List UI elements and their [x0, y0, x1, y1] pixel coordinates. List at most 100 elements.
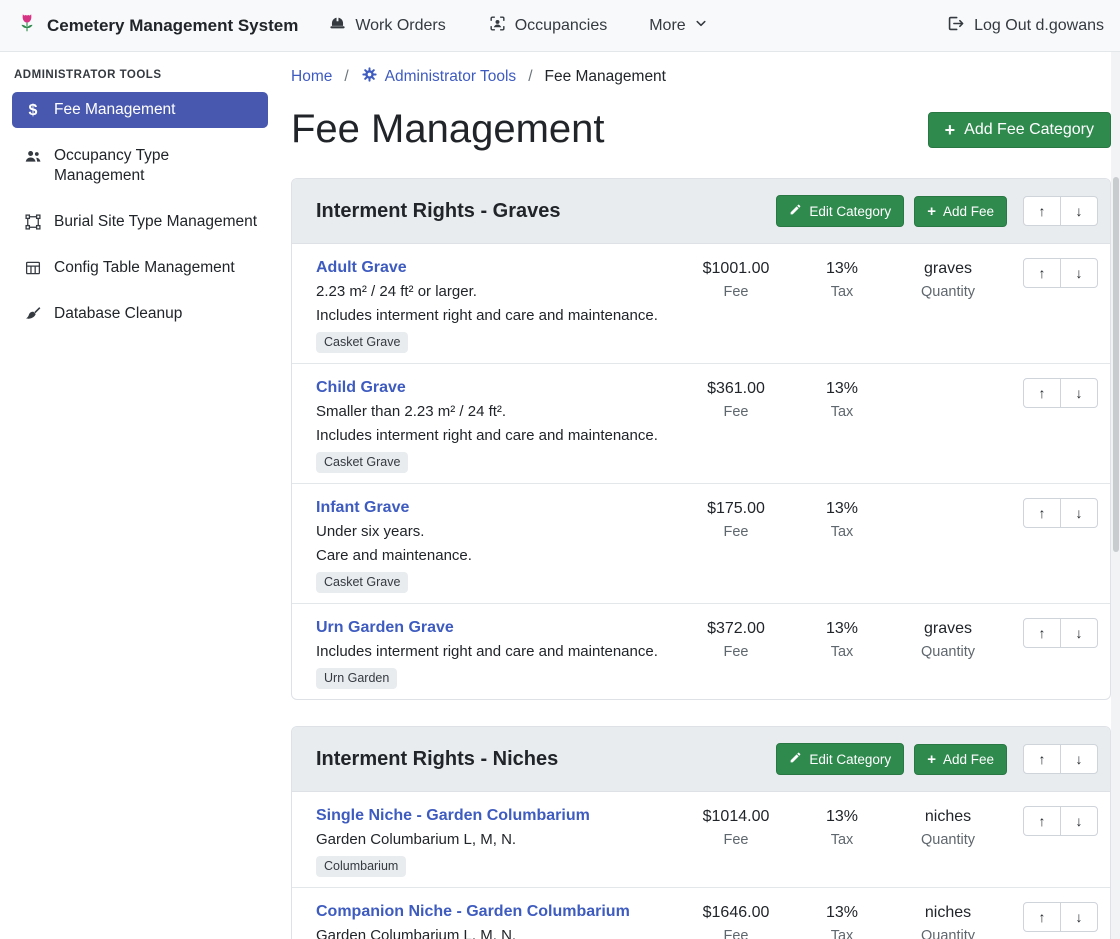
- move-fee-down-button[interactable]: ↓: [1060, 806, 1098, 836]
- nav-work-orders[interactable]: Work Orders: [328, 14, 445, 38]
- add-fee-button[interactable]: + Add Fee: [914, 744, 1007, 775]
- move-category-down-button[interactable]: ↓: [1060, 744, 1098, 774]
- fee-amount: $1001.00: [683, 259, 789, 278]
- arrow-up-icon: ↑: [1039, 505, 1046, 521]
- nav-occupancies-label: Occupancies: [515, 17, 608, 35]
- fee-name-link[interactable]: Adult Grave: [316, 258, 407, 277]
- fee-amount-label: Fee: [683, 524, 789, 540]
- category-header: Interment Rights - Graves Edit Category …: [292, 179, 1110, 244]
- fee-amount-label: Fee: [683, 644, 789, 660]
- edit-category-label: Edit Category: [809, 752, 891, 767]
- move-category-up-button[interactable]: ↑: [1023, 744, 1061, 774]
- move-fee-up-button[interactable]: ↑: [1023, 498, 1061, 528]
- fee-amount: $372.00: [683, 619, 789, 638]
- move-fee-down-button[interactable]: ↓: [1060, 258, 1098, 288]
- fee-amount-label: Fee: [683, 928, 789, 939]
- move-fee-down-button[interactable]: ↓: [1060, 498, 1098, 528]
- category-reorder-group: ↑ ↓: [1023, 196, 1098, 226]
- sidebar-item-config-table-management[interactable]: Config Table Management: [12, 250, 268, 286]
- arrow-up-icon: ↑: [1039, 751, 1046, 767]
- fee-quantity-col: [895, 498, 1001, 499]
- sidebar-item-label: Fee Management: [54, 100, 176, 120]
- edit-category-button[interactable]: Edit Category: [776, 195, 904, 227]
- fee-amount-col: $372.00 Fee: [683, 618, 789, 660]
- fee-description: Includes interment right and care and ma…: [316, 307, 677, 325]
- sidebar-item-occupancy-type-management[interactable]: Occupancy Type Management: [12, 138, 268, 194]
- fee-tax: 13%: [789, 379, 895, 398]
- fee-tax: 13%: [789, 903, 895, 922]
- move-fee-down-button[interactable]: ↓: [1060, 378, 1098, 408]
- fee-row: Urn Garden Grave Includes interment righ…: [292, 603, 1110, 699]
- breadcrumb-home-link[interactable]: Home: [291, 68, 332, 86]
- arrow-down-icon: ↓: [1076, 265, 1083, 281]
- category-title: Interment Rights - Niches: [316, 748, 766, 771]
- fee-row: Child Grave Smaller than 2.23 m² / 24 ft…: [292, 363, 1110, 483]
- fee-info: Child Grave Smaller than 2.23 m² / 24 ft…: [316, 378, 683, 473]
- nav-more-label: More: [649, 17, 685, 35]
- fee-name-link[interactable]: Companion Niche - Garden Columbarium: [316, 902, 630, 921]
- sidebar-item-label: Config Table Management: [54, 258, 235, 278]
- move-fee-up-button[interactable]: ↑: [1023, 618, 1061, 648]
- person-bounding-box-icon: [488, 14, 507, 38]
- plus-icon: +: [927, 205, 936, 218]
- sidebar-item-database-cleanup[interactable]: Database Cleanup: [12, 296, 268, 332]
- arrow-up-icon: ↑: [1039, 265, 1046, 281]
- fee-name-link[interactable]: Child Grave: [316, 378, 406, 397]
- fee-info: Urn Garden Grave Includes interment righ…: [316, 618, 683, 689]
- fee-description: Care and maintenance.: [316, 547, 677, 565]
- arrow-up-icon: ↑: [1039, 385, 1046, 401]
- fee-info: Adult Grave 2.23 m² / 24 ft² or larger. …: [316, 258, 683, 353]
- fee-name-link[interactable]: Single Niche - Garden Columbarium: [316, 806, 590, 825]
- arrow-up-icon: ↑: [1039, 813, 1046, 829]
- nav-more-dropdown[interactable]: More: [649, 16, 707, 35]
- arrow-up-icon: ↑: [1039, 909, 1046, 925]
- category-header: Interment Rights - Niches Edit Category …: [292, 727, 1110, 792]
- sidebar-item-fee-management[interactable]: $ Fee Management: [12, 92, 268, 128]
- arrow-down-icon: ↓: [1076, 909, 1083, 925]
- move-fee-up-button[interactable]: ↑: [1023, 806, 1061, 836]
- fee-amount-label: Fee: [683, 284, 789, 300]
- fee-row: Companion Niche - Garden Columbarium Gar…: [292, 887, 1110, 939]
- nav-work-orders-label: Work Orders: [355, 17, 445, 35]
- fee-type-badge: Casket Grave: [316, 572, 408, 593]
- top-navbar: Cemetery Management System Work Orders: [0, 0, 1120, 52]
- table-icon: [22, 259, 44, 277]
- users-icon: [22, 147, 44, 166]
- arrow-down-icon: ↓: [1076, 813, 1083, 829]
- fee-amount-label: Fee: [683, 404, 789, 420]
- tulip-logo-icon: [16, 12, 38, 39]
- move-category-up-button[interactable]: ↑: [1023, 196, 1061, 226]
- fee-actions: ↑ ↓: [1017, 806, 1098, 836]
- move-fee-up-button[interactable]: ↑: [1023, 378, 1061, 408]
- move-fee-down-button[interactable]: ↓: [1060, 618, 1098, 648]
- fee-quantity-col: niches Quantity: [895, 806, 1001, 848]
- scrollbar[interactable]: [1111, 52, 1120, 939]
- fee-name-link[interactable]: Infant Grave: [316, 498, 409, 517]
- add-fee-label: Add Fee: [943, 752, 994, 767]
- add-fee-category-label: Add Fee Category: [964, 121, 1094, 139]
- move-category-down-button[interactable]: ↓: [1060, 196, 1098, 226]
- scrollbar-thumb[interactable]: [1113, 177, 1119, 552]
- nav-occupancies[interactable]: Occupancies: [488, 14, 608, 38]
- sidebar-item-burial-site-type-management[interactable]: Burial Site Type Management: [12, 204, 268, 240]
- move-fee-up-button[interactable]: ↑: [1023, 258, 1061, 288]
- fee-type-badge: Casket Grave: [316, 332, 408, 353]
- main-content: Home / Administrator Tool: [280, 52, 1120, 939]
- breadcrumb-admin-tools-label: Administrator Tools: [385, 68, 517, 86]
- breadcrumb-admin-tools-link[interactable]: Administrator Tools: [361, 66, 517, 88]
- pencil-icon: [789, 751, 802, 767]
- pencil-icon: [789, 203, 802, 219]
- fee-name-link[interactable]: Urn Garden Grave: [316, 618, 454, 637]
- fee-tax: 13%: [789, 499, 895, 518]
- add-fee-label: Add Fee: [943, 204, 994, 219]
- category-title: Interment Rights - Graves: [316, 200, 766, 223]
- fee-actions: ↑ ↓: [1017, 258, 1098, 288]
- app-brand[interactable]: Cemetery Management System: [16, 12, 298, 39]
- logout-link[interactable]: Log Out d.gowans: [946, 14, 1104, 38]
- move-fee-up-button[interactable]: ↑: [1023, 902, 1061, 932]
- add-fee-category-button[interactable]: + Add Fee Category: [928, 112, 1111, 148]
- add-fee-button[interactable]: + Add Fee: [914, 196, 1007, 227]
- edit-category-button[interactable]: Edit Category: [776, 743, 904, 775]
- breadcrumb: Home / Administrator Tool: [291, 66, 1111, 88]
- move-fee-down-button[interactable]: ↓: [1060, 902, 1098, 932]
